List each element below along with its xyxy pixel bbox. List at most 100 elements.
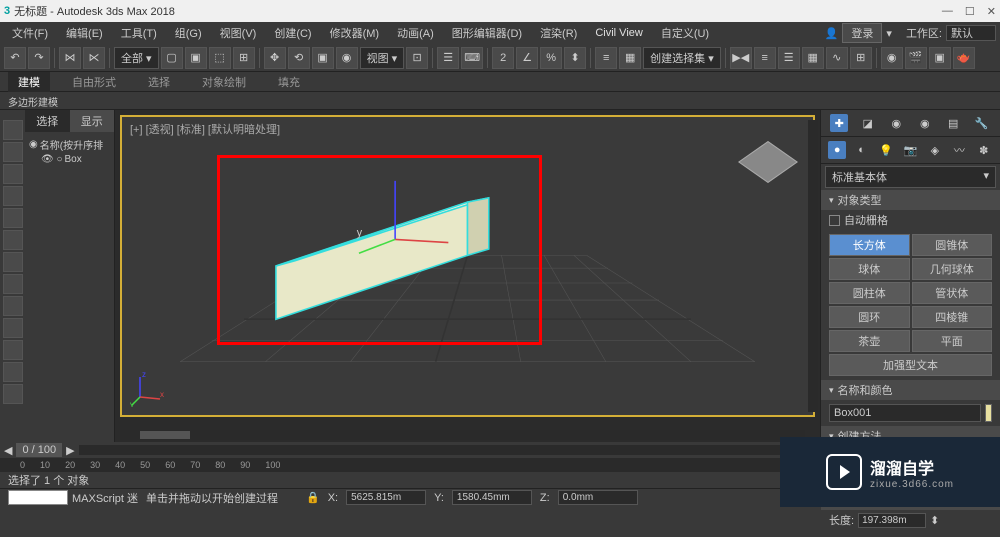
keyboard-shortcut-button[interactable]: ⌨ <box>461 47 483 69</box>
material-editor-button[interactable]: ◉ <box>881 47 903 69</box>
selection-set-button[interactable]: ▦ <box>619 47 641 69</box>
maxscript-listener[interactable] <box>8 490 68 505</box>
menu-group[interactable]: 组(G) <box>167 23 210 43</box>
selection-filter[interactable]: 全部 ▾ <box>114 47 159 69</box>
lt-btn-5[interactable] <box>3 208 23 228</box>
hierarchy-tab-icon[interactable]: ◉ <box>887 114 905 132</box>
select-rect-button[interactable]: ⬚ <box>209 47 231 69</box>
utilities-tab-icon[interactable]: 🔧 <box>973 114 991 132</box>
placement-button[interactable]: ◉ <box>336 47 358 69</box>
viewport-scrollbar-v[interactable] <box>808 120 818 412</box>
login-button[interactable]: 登录 <box>842 23 882 43</box>
schematic-view-button[interactable]: ⊞ <box>850 47 872 69</box>
length-spinner[interactable] <box>858 513 926 528</box>
object-name-input[interactable] <box>829 404 981 422</box>
snap-percent-button[interactable]: % <box>540 47 562 69</box>
ribbon-tab-selection[interactable]: 选择 <box>138 72 180 92</box>
viewport-label[interactable]: [+] [透视] [标准] [默认明暗处理] <box>130 121 280 137</box>
menu-create[interactable]: 创建(C) <box>266 23 319 43</box>
menu-edit[interactable]: 编辑(E) <box>58 23 111 43</box>
time-next-icon[interactable]: ▶ <box>66 444 74 457</box>
menu-modifiers[interactable]: 修改器(M) <box>322 23 388 43</box>
lt-btn-2[interactable] <box>3 142 23 162</box>
window-crossing-button[interactable]: ⊞ <box>233 47 255 69</box>
lt-btn-11[interactable] <box>3 340 23 360</box>
snap-angle-button[interactable]: ∠ <box>516 47 538 69</box>
lt-btn-13[interactable] <box>3 384 23 404</box>
snap-2d-button[interactable]: 2 <box>492 47 514 69</box>
lt-btn-9[interactable] <box>3 296 23 316</box>
shapes-icon[interactable]: ◐ <box>853 141 871 159</box>
obj-sphere[interactable]: 球体 <box>829 258 910 280</box>
cameras-icon[interactable]: 📷 <box>901 141 919 159</box>
close-button[interactable]: ✕ <box>987 5 996 18</box>
lt-btn-6[interactable] <box>3 230 23 250</box>
lt-btn-3[interactable] <box>3 164 23 184</box>
link-button[interactable]: ⋈ <box>59 47 81 69</box>
lt-select[interactable] <box>3 120 23 140</box>
lights-icon[interactable]: 💡 <box>877 141 895 159</box>
lt-btn-12[interactable] <box>3 362 23 382</box>
lt-btn-10[interactable] <box>3 318 23 338</box>
display-tab-icon[interactable]: ▤ <box>944 114 962 132</box>
menu-views[interactable]: 视图(V) <box>212 23 265 43</box>
obj-cylinder[interactable]: 圆柱体 <box>829 282 910 304</box>
ribbon-tab-object-paint[interactable]: 对象绘制 <box>192 72 256 92</box>
align-button[interactable]: ≡ <box>754 47 776 69</box>
mirror-button[interactable]: ▶◀ <box>730 47 752 69</box>
move-button[interactable]: ✥ <box>264 47 286 69</box>
menu-civil-view[interactable]: Civil View <box>587 25 650 41</box>
lt-btn-8[interactable] <box>3 274 23 294</box>
select-button[interactable]: ▢ <box>161 47 183 69</box>
object-category-dropdown[interactable]: 标准基本体▾ <box>825 166 996 188</box>
scene-tab-display[interactable]: 显示 <box>70 110 115 132</box>
spinner-arrows-icon[interactable]: ⬍ <box>930 514 939 527</box>
rotate-button[interactable]: ⟲ <box>288 47 310 69</box>
minimize-button[interactable]: — <box>942 5 953 18</box>
subribbon-label[interactable]: 多边形建模 <box>8 98 58 109</box>
ref-coord-dropdown[interactable]: 视图 ▾ <box>360 47 405 69</box>
named-selection-sets[interactable]: 创建选择集 ▾ <box>643 47 721 69</box>
lt-btn-4[interactable] <box>3 186 23 206</box>
manipulate-button[interactable]: ☰ <box>437 47 459 69</box>
obj-box[interactable]: 长方体 <box>829 234 910 256</box>
menu-animation[interactable]: 动画(A) <box>389 23 442 43</box>
menu-file[interactable]: 文件(F) <box>4 23 56 43</box>
obj-textplus[interactable]: 加强型文本 <box>829 354 992 376</box>
obj-geosphere[interactable]: 几何球体 <box>912 258 993 280</box>
obj-teapot[interactable]: 茶壶 <box>829 330 910 352</box>
coord-x[interactable]: 5625.815m <box>346 490 426 505</box>
scale-button[interactable]: ▣ <box>312 47 334 69</box>
obj-torus[interactable]: 圆环 <box>829 306 910 328</box>
object-color-swatch[interactable] <box>985 404 992 422</box>
render-frame-button[interactable]: ▣ <box>929 47 951 69</box>
render-button[interactable]: 🫖 <box>953 47 975 69</box>
create-tab-icon[interactable]: ✚ <box>830 114 848 132</box>
coord-z[interactable]: 0.0mm <box>558 490 638 505</box>
helpers-icon[interactable]: ◈ <box>926 141 944 159</box>
section-name-color[interactable]: 名称和颜色 <box>821 380 1000 400</box>
viewport-scrollbar-h[interactable] <box>120 430 805 440</box>
spinner-snap-button[interactable]: ⬍ <box>564 47 586 69</box>
menu-tools[interactable]: 工具(T) <box>113 23 165 43</box>
unlink-button[interactable]: ⋉ <box>83 47 105 69</box>
menu-rendering[interactable]: 渲染(R) <box>532 23 585 43</box>
ribbon-tab-populate[interactable]: 填充 <box>268 72 310 92</box>
ribbon-tab-modeling[interactable]: 建模 <box>8 72 50 92</box>
viewport-perspective[interactable]: [+] [透视] [标准] [默认明暗处理] <box>120 115 815 417</box>
menu-customize[interactable]: 自定义(U) <box>653 23 717 43</box>
section-object-type[interactable]: 对象类型 <box>821 190 1000 210</box>
motion-tab-icon[interactable]: ◉ <box>916 114 934 132</box>
render-setup-button[interactable]: 🎬 <box>905 47 927 69</box>
workspace-select[interactable] <box>946 25 996 41</box>
time-prev-icon[interactable]: ◀ <box>4 444 12 457</box>
pivot-button[interactable]: ⊡ <box>406 47 428 69</box>
obj-pyramid[interactable]: 四棱锥 <box>912 306 993 328</box>
obj-plane[interactable]: 平面 <box>912 330 993 352</box>
select-name-button[interactable]: ▣ <box>185 47 207 69</box>
ribbon-tab-freeform[interactable]: 自由形式 <box>62 72 126 92</box>
viewcube[interactable] <box>743 137 793 187</box>
layer-button[interactable]: ≡ <box>595 47 617 69</box>
menu-graph-editors[interactable]: 图形编辑器(D) <box>444 23 530 43</box>
undo-button[interactable]: ↶ <box>4 47 26 69</box>
